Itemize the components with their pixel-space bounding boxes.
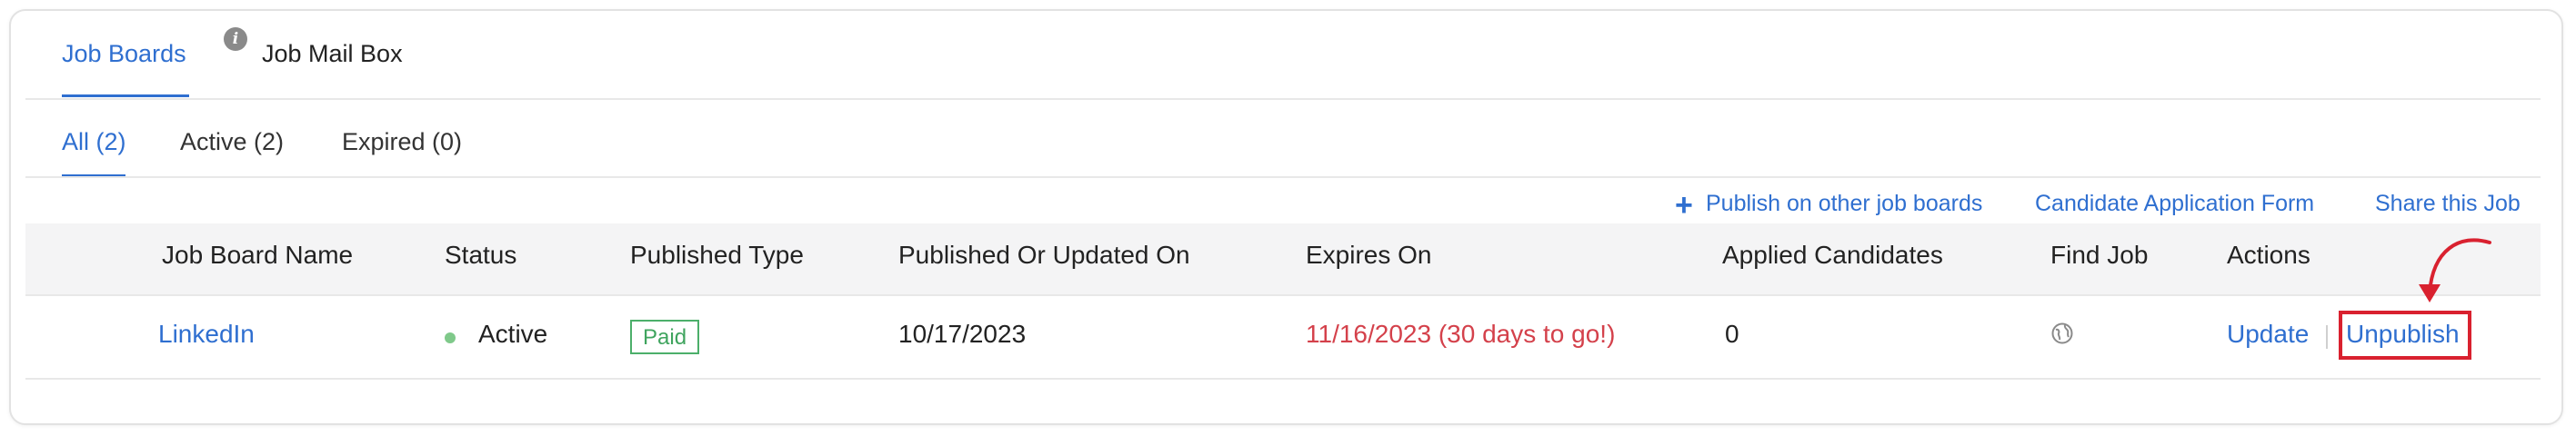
published-date: 10/17/2023	[898, 320, 1027, 348]
applied-candidates-count: 0	[1725, 320, 1739, 348]
tabs-divider	[25, 98, 2541, 100]
col-find-job: Find Job	[2050, 241, 2149, 269]
row-divider	[25, 378, 2541, 380]
job-board-linkedin-link[interactable]: LinkedIn	[158, 320, 255, 349]
col-status: Status	[445, 241, 517, 269]
col-published-type: Published Type	[630, 241, 804, 269]
annotation-arrow-icon	[2419, 238, 2491, 302]
filter-expired[interactable]: Expired (0)	[342, 128, 462, 156]
job-boards-panel	[9, 9, 2563, 425]
col-applied-candidates: Applied Candidates	[1722, 241, 1943, 269]
actions-separator	[2326, 325, 2328, 349]
tab-job-mail-box[interactable]: Job Mail Box	[262, 40, 403, 68]
col-job-board-name: Job Board Name	[162, 241, 354, 269]
col-actions: Actions	[2227, 241, 2310, 269]
filter-active[interactable]: Active (2)	[180, 128, 284, 156]
table-header	[25, 223, 2541, 294]
col-expires-on: Expires On	[1306, 241, 1432, 269]
status-dot-icon	[445, 332, 456, 343]
tab-job-boards[interactable]: Job Boards	[62, 40, 186, 68]
plus-icon[interactable]: +	[1675, 188, 1693, 223]
publish-other-boards-link[interactable]: Publish on other job boards	[1706, 191, 1982, 217]
expires-date: 11/16/2023 (30 days to go!)	[1306, 320, 1616, 348]
status-text: Active	[478, 320, 548, 348]
col-published-on: Published Or Updated On	[898, 241, 1190, 269]
filter-all[interactable]: All (2)	[62, 128, 126, 156]
globe-icon[interactable]	[2050, 322, 2074, 345]
candidate-application-form-link[interactable]: Candidate Application Form	[2035, 191, 2314, 217]
update-link[interactable]: Update	[2227, 320, 2309, 349]
paid-badge: Paid	[630, 320, 700, 354]
filter-divider	[25, 176, 2541, 178]
unpublish-highlight-box	[2339, 311, 2471, 360]
info-icon: i	[224, 27, 247, 51]
tab-job-boards-underline	[62, 94, 189, 97]
header-divider	[25, 294, 2541, 296]
share-job-link[interactable]: Share this Job	[2375, 191, 2521, 217]
